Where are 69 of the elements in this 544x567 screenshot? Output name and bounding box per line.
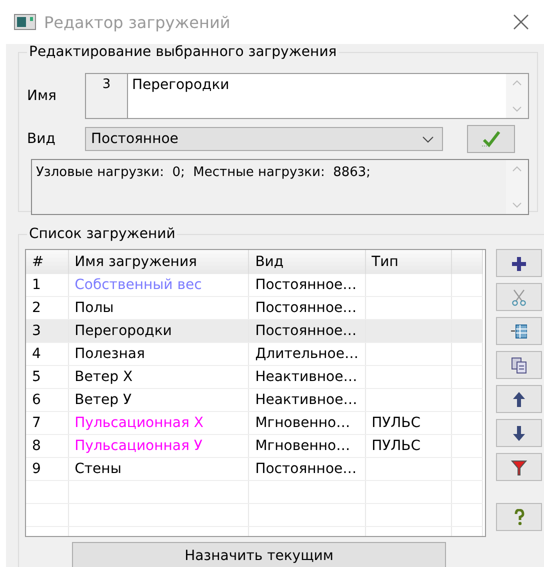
- table-row[interactable]: 9 Стены Постоянное…: [26, 458, 482, 480]
- table-cell: Постоянное…: [248, 458, 366, 480]
- table-cell: Длительное…: [248, 342, 366, 366]
- table-row[interactable]: 3 Перегородки Постоянное…: [26, 320, 482, 342]
- toolbar-button[interactable]: [496, 249, 542, 277]
- table-cell: 8: [26, 434, 68, 458]
- table-cell: ПУЛЬС: [365, 434, 452, 458]
- table-cell: Стены: [68, 458, 249, 480]
- field-value: Перегородки: [131, 76, 230, 95]
- table-cell: Перегородки: [68, 320, 249, 342]
- table-row[interactable]: 4 Полезная Длительное…: [26, 342, 482, 366]
- app-icon: [14, 14, 36, 30]
- scissors-icon: [511, 288, 527, 306]
- number-cell: 3: [86, 74, 128, 118]
- apply-button[interactable]: [467, 125, 515, 153]
- field-label: Вид: [27, 131, 56, 147]
- table-cell: ПУЛЬС: [365, 412, 452, 434]
- column-header[interactable]: Тип: [365, 250, 452, 274]
- table-cell: Пульсационная У: [68, 434, 249, 458]
- table-cell: Пульсационная X: [68, 412, 249, 434]
- column-header[interactable]: Вид: [248, 250, 366, 274]
- table-row[interactable]: 5 Ветер X Неактивное…: [26, 366, 482, 388]
- column-header[interactable]: #: [26, 250, 68, 274]
- table-cell: Мгновенно…: [248, 412, 366, 434]
- table-cell: 9: [26, 458, 68, 480]
- checkmark-icon: [480, 130, 502, 148]
- table-row[interactable]: 6 Ветер У Неактивное…: [26, 388, 482, 412]
- window-title: Редактор загружений: [44, 12, 232, 32]
- copy-icon: [511, 356, 527, 374]
- table-cell: 3: [26, 320, 68, 342]
- assign-button[interactable]: Назначить текущим: [72, 542, 446, 567]
- table-cell: 4: [26, 342, 68, 366]
- table-cell: 7: [26, 412, 68, 434]
- toolbar-button[interactable]: [496, 317, 542, 345]
- info-text: Узловые нагрузки: 0; Местные нагрузки: 8863;: [35, 164, 372, 182]
- toolbar-button[interactable]: [496, 503, 542, 531]
- close-button[interactable]: [512, 13, 530, 31]
- table-cell: Неактивное…: [248, 366, 366, 388]
- table-cell: Ветер X: [68, 366, 249, 388]
- insert-rows-icon: [511, 322, 527, 340]
- table-row[interactable]: 1 Собственный вес Постоянное…: [26, 274, 482, 296]
- toolbar-button[interactable]: [496, 453, 542, 481]
- table-cell: Мгновенно…: [248, 434, 366, 458]
- add-icon: [511, 254, 527, 272]
- field-label: Имя: [27, 88, 58, 104]
- column-header[interactable]: Имя загружения: [68, 250, 249, 274]
- down-arrow-icon: [511, 424, 527, 442]
- table-cell: Ветер У: [68, 388, 249, 412]
- up-arrow-icon: [511, 390, 527, 408]
- table-cell: Полезная: [68, 342, 249, 366]
- filter-icon: [511, 458, 527, 476]
- toolbar-button[interactable]: [496, 385, 542, 413]
- chevron-down-icon: [422, 136, 434, 142]
- table-cell: Постоянное…: [248, 320, 366, 342]
- table-row[interactable]: 7 Пульсационная X Мгновенно… ПУЛЬС: [26, 412, 482, 434]
- toolbar-button[interactable]: [496, 351, 542, 379]
- close-icon: [512, 13, 530, 31]
- table-cell: Неактивное…: [248, 388, 366, 412]
- table-cell: Собственный вес: [68, 274, 249, 296]
- table-cell: Постоянное…: [248, 274, 366, 296]
- table-cell: 6: [26, 388, 68, 412]
- table-cell: 1: [26, 274, 68, 296]
- toolbar-button[interactable]: [496, 419, 542, 447]
- group-title: Редактирование выбранного загружения: [27, 44, 339, 60]
- table-cell: 5: [26, 366, 68, 388]
- group-title: Список загружений: [27, 226, 178, 242]
- table-row[interactable]: 8 Пульсационная У Мгновенно… ПУЛЬС: [26, 434, 482, 458]
- kind-dropdown[interactable]: Постоянное: [85, 127, 443, 151]
- name-field[interactable]: 3 Перегородки: [85, 73, 529, 119]
